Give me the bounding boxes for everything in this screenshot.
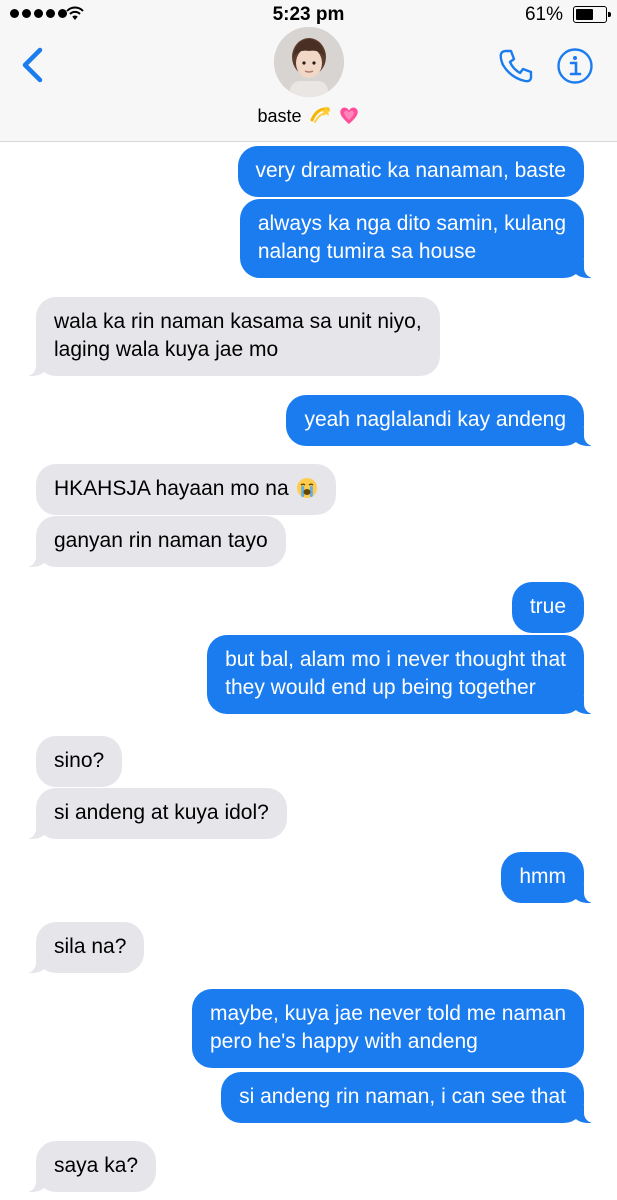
contact-name-text: baste (257, 106, 302, 126)
conversation-header: 5:23 pm 61% baste (0, 0, 617, 142)
message-text: sino? (54, 749, 105, 772)
dizzy-emoji (310, 106, 331, 123)
message-bubble-sent[interactable]: hmm (501, 852, 598, 903)
message-bubble-received[interactable]: wala ka rin naman kasama sa unit niyo, l… (22, 297, 440, 376)
message-text: si andeng rin naman, i can see that (239, 1085, 566, 1108)
message-text-line2: they would end up being together (225, 676, 536, 699)
contact-photo (274, 27, 344, 97)
message-text: sila na? (54, 935, 127, 958)
status-bar: 5:23 pm 61% (0, 0, 617, 30)
avatar[interactable] (274, 27, 344, 97)
battery-icon (573, 6, 611, 23)
message-text: hmm (519, 865, 566, 888)
message-text: true (529, 595, 566, 618)
message-text: very dramatic ka nanaman, baste (255, 159, 567, 182)
message-text-line2: pero he's happy with andeng (209, 1030, 478, 1053)
contact-name[interactable]: baste (0, 104, 617, 127)
message-bubble-sent[interactable]: yeah naglalandi kay andeng (286, 395, 598, 446)
message-text: yeah naglalandi kay andeng (304, 408, 566, 431)
message-text: but bal, alam mo i never thought that (225, 648, 566, 671)
message-text: saya ka? (54, 1154, 139, 1177)
message-bubble-received[interactable]: saya ka? (21, 1141, 157, 1192)
message-bubble-received[interactable]: si andeng at kuya idol? (22, 788, 287, 839)
loudly-crying-face-emoji (297, 478, 318, 498)
message-bubble-received[interactable]: HKAHSJA hayaan mo na (36, 464, 337, 515)
message-text-line2: laging wala kuya jae mo (54, 338, 279, 361)
message-bubble-sent[interactable]: very dramatic ka nanaman, baste (237, 146, 584, 197)
back-button[interactable] (18, 46, 48, 84)
message-thread[interactable]: very dramatic ka nanaman, baste always k… (0, 142, 617, 1200)
message-text-line2: nalang tumira sa house (257, 240, 477, 263)
message-text: ganyan rin naman tayo (54, 529, 268, 552)
message-bubble-sent[interactable]: always ka nga dito samin, kulang nalang … (239, 199, 599, 278)
message-text: always ka nga dito samin, kulang (257, 212, 566, 235)
message-bubble-received[interactable]: ganyan rin naman tayo (22, 516, 286, 567)
message-text: maybe, kuya jae never told me naman (209, 1002, 566, 1025)
message-text: wala ka rin naman kasama sa unit niyo, (54, 310, 422, 333)
info-button[interactable] (556, 47, 594, 85)
message-bubble-sent[interactable]: si andeng rin naman, i can see that (221, 1072, 598, 1123)
message-bubble-sent[interactable]: maybe, kuya jae never told me naman pero… (191, 989, 584, 1068)
message-bubble-received[interactable]: sino? (36, 736, 123, 787)
message-bubble-received[interactable]: sila na? (21, 922, 145, 973)
phone-call-button[interactable] (497, 48, 535, 84)
message-bubble-sent[interactable]: but bal, alam mo i never thought that th… (207, 635, 598, 714)
battery-percentage: 61% (524, 4, 563, 25)
message-text: si andeng at kuya idol? (54, 801, 269, 824)
message-text: HKAHSJA hayaan mo na (54, 477, 289, 500)
message-bubble-sent[interactable]: true (511, 582, 584, 633)
growing-heart-emoji (339, 107, 358, 124)
